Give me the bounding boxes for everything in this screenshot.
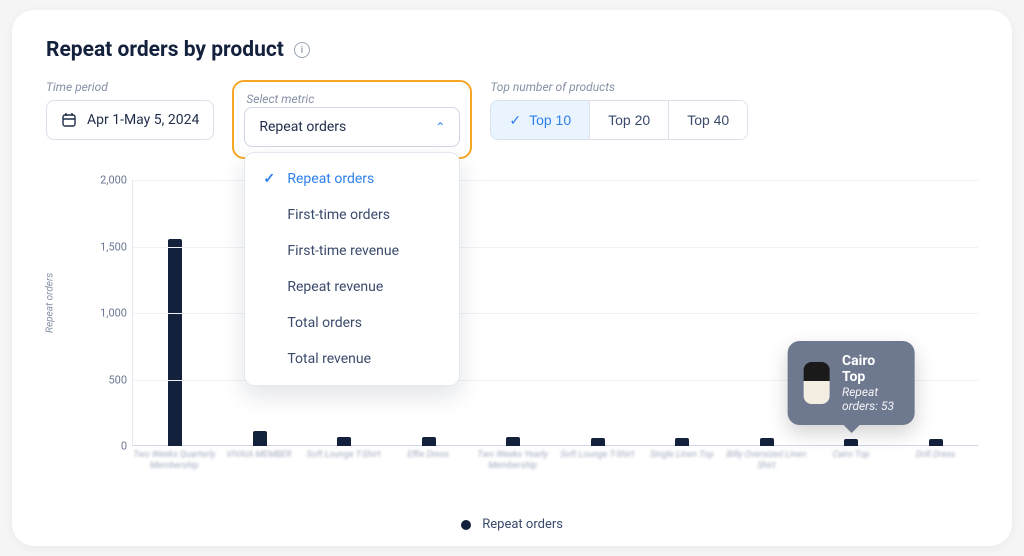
top-n-option[interactable]: Top 20 <box>589 101 668 139</box>
legend-series-label: Repeat orders <box>482 517 563 532</box>
metric-option-label: Total revenue <box>287 351 371 367</box>
date-range-picker[interactable]: Apr 1-May 5, 2024 <box>46 100 214 140</box>
metric-label: Select metric <box>246 92 314 106</box>
controls-row: Time period Apr 1-May 5, 2024 Select met… <box>46 80 978 159</box>
x-label-slot: Drill Dress <box>893 446 978 486</box>
x-tick-label: Two Weeks Yearly Membership <box>468 450 558 472</box>
bar[interactable] <box>422 437 436 446</box>
y-axis-title: Repeat orders <box>45 273 56 333</box>
x-tick-label: Soft Lounge T-Shirt <box>552 450 642 461</box>
x-tick-label: Cairo Top <box>806 450 896 461</box>
metric-option[interactable]: First-time orders <box>245 197 459 233</box>
chevron-up-icon: ⌃ <box>435 120 445 134</box>
bar[interactable] <box>168 239 182 446</box>
date-range-value: Apr 1-May 5, 2024 <box>87 112 199 128</box>
bar[interactable] <box>337 437 351 446</box>
x-tick-label: Two Weeks Quarterly Membership <box>129 450 219 472</box>
bar-tooltip: Cairo Top Repeat orders: 53 <box>788 341 915 425</box>
top-n-option[interactable]: Top 40 <box>668 101 747 139</box>
calendar-icon <box>61 112 77 128</box>
y-tick-label: 0 <box>83 440 127 453</box>
metric-dropdown: ✓ Repeat orders First-time orders First-tim… <box>244 152 460 386</box>
x-label-slot: Effie Dress <box>386 446 471 486</box>
chart-legend: Repeat orders <box>12 517 1012 532</box>
x-label-slot: Soft Lounge T-Shirt <box>301 446 386 486</box>
report-card: Repeat orders by product i Time period A… <box>12 10 1012 546</box>
y-tick-label: 500 <box>83 373 127 386</box>
bar[interactable] <box>506 437 520 446</box>
x-label-slot: Two Weeks Quarterly Membership <box>132 446 217 486</box>
x-tick-label: Billy Oversized Linen Shirt <box>721 450 811 472</box>
check-icon: ✓ <box>509 112 521 129</box>
legend-swatch <box>461 520 471 530</box>
x-tick-label: Soft Lounge T-Shirt <box>298 450 388 461</box>
bar[interactable] <box>760 438 774 446</box>
metric-option-label: Total orders <box>287 315 362 331</box>
x-label-slot: Soft Lounge T-Shirt <box>555 446 640 486</box>
metric-option[interactable]: Repeat revenue <box>245 269 459 305</box>
info-icon[interactable]: i <box>294 42 310 58</box>
x-label-slot: Billy Oversized Linen Shirt <box>724 446 809 486</box>
x-label-slot: Single Linen Top <box>640 446 725 486</box>
x-tick-label: Effie Dress <box>383 450 473 461</box>
check-icon: ✓ <box>263 171 277 187</box>
metric-option[interactable]: First-time revenue <box>245 233 459 269</box>
x-label-slot: VIVAIA MEMBER <box>217 446 302 486</box>
metric-select[interactable]: Repeat orders ⌃ <box>244 107 460 147</box>
metric-option[interactable]: Total revenue <box>245 341 459 377</box>
time-period-group: Time period Apr 1-May 5, 2024 <box>46 80 214 140</box>
metric-option-label: Repeat orders <box>287 171 374 187</box>
top-n-option[interactable]: ✓ Top 10 <box>491 101 589 139</box>
page-title: Repeat orders by product <box>46 38 284 62</box>
tooltip-metric-line: Repeat orders: 53 <box>842 385 899 413</box>
time-period-label: Time period <box>46 80 214 94</box>
y-tick-label: 1,000 <box>83 307 127 320</box>
x-tick-label: Single Linen Top <box>637 450 727 461</box>
x-label-slot: Two Weeks Yearly Membership <box>470 446 555 486</box>
top-n-option-label: Top 20 <box>608 112 650 128</box>
metric-selector-highlight: Select metric Repeat orders ⌃ ✓Repeat or… <box>232 80 472 159</box>
bar[interactable] <box>844 439 858 446</box>
metric-option[interactable]: ✓ Repeat orders <box>245 161 459 197</box>
top-n-option-label: Top 10 <box>529 112 571 128</box>
top-n-segmented: ✓ Top 10 Top 20 Top 40 <box>490 100 748 140</box>
metric-selected-value: Repeat orders <box>259 119 346 135</box>
tooltip-text: Cairo Top Repeat orders: 53 <box>842 353 899 413</box>
x-tick-label: Drill Dress <box>891 450 981 461</box>
bar[interactable] <box>929 439 943 446</box>
y-tick-label: 2,000 <box>83 174 127 187</box>
bar[interactable] <box>675 438 689 446</box>
chart-area: Repeat orders 05001,0001,5002,000 Two We… <box>62 180 978 486</box>
title-row: Repeat orders by product i <box>46 38 978 62</box>
tooltip-thumbnail <box>804 362 830 404</box>
metric-option-label: First-time revenue <box>287 243 399 259</box>
x-tick-label: VIVAIA MEMBER <box>214 450 304 461</box>
bar[interactable] <box>253 431 267 446</box>
y-tick-label: 1,500 <box>83 240 127 253</box>
top-n-group: Top number of products ✓ Top 10 Top 20 Top … <box>490 80 748 140</box>
top-n-option-label: Top 40 <box>687 112 729 128</box>
metric-option[interactable]: Total orders <box>245 305 459 341</box>
metric-option-label: First-time orders <box>287 207 390 223</box>
metric-option-label: Repeat revenue <box>287 279 383 295</box>
bar[interactable] <box>591 438 605 446</box>
x-label-slot: Cairo Top <box>809 446 894 486</box>
tooltip-product-name: Cairo Top <box>842 353 899 385</box>
x-labels-container: Two Weeks Quarterly MembershipVIVAIA MEM… <box>132 446 978 486</box>
top-n-label: Top number of products <box>490 80 748 94</box>
